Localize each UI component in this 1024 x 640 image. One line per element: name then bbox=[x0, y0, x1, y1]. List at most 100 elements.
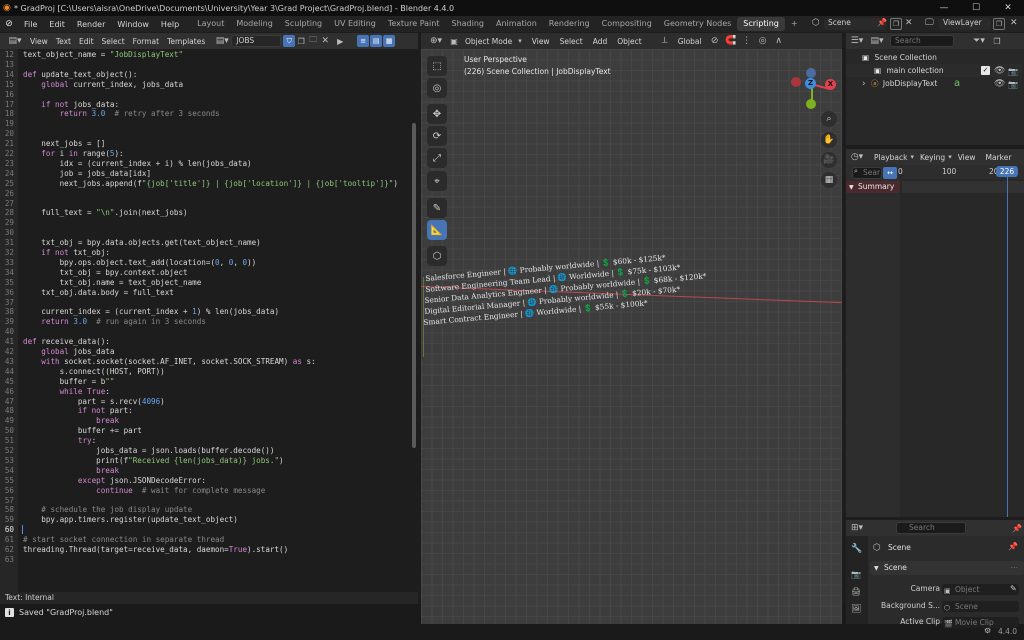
outliner-row-jobdisplaytext[interactable]: › ⓐ JobDisplayText a 👁 📷 bbox=[846, 77, 1022, 90]
gizmo-z-handle[interactable]: Z bbox=[805, 78, 816, 89]
dope-menu-view[interactable]: View bbox=[954, 153, 980, 162]
scene-section-header[interactable]: ▼ Scene ⋯ bbox=[870, 561, 1024, 575]
code-line[interactable]: 27 bbox=[0, 199, 410, 209]
context-pin-icon[interactable]: 📌 bbox=[1008, 542, 1018, 551]
output-tab-icon[interactable]: 🖨 bbox=[851, 587, 861, 596]
unlink-text-icon[interactable]: ✕ bbox=[319, 36, 331, 46]
transform-orientation-selector[interactable]: Global bbox=[674, 37, 706, 46]
fake-user-shield-icon[interactable]: ⛉ bbox=[283, 35, 296, 47]
code-line[interactable]: 20 bbox=[0, 129, 410, 139]
code-line[interactable]: 47 part = s.recv(4096) bbox=[0, 397, 410, 407]
code-line[interactable]: 31 txt_obj = bpy.data.objects.get(text_o… bbox=[0, 238, 410, 248]
text-name-field[interactable]: JOBS bbox=[231, 35, 282, 47]
dope-menu-keying[interactable]: Keying bbox=[916, 153, 949, 162]
new-view-layer-icon[interactable]: ❐ bbox=[993, 18, 1005, 30]
transform-tool-icon[interactable]: ⌖ bbox=[427, 171, 447, 191]
measure-tool-icon[interactable]: 📐 bbox=[427, 220, 447, 240]
text-browse-icon[interactable]: ▤▾ bbox=[213, 36, 231, 46]
menu-file[interactable]: File bbox=[18, 20, 43, 29]
select-box-tool-icon[interactable]: ⬚ bbox=[427, 56, 447, 76]
code-line[interactable]: 44 s.connect((HOST, PORT)) bbox=[0, 367, 410, 377]
tab-scripting[interactable]: Scripting bbox=[737, 17, 785, 31]
sync-view-toggle-icon[interactable]: ↔ bbox=[883, 167, 897, 179]
zoom-icon[interactable]: ⌕ bbox=[821, 111, 837, 127]
code-line[interactable]: 40 bbox=[0, 327, 410, 337]
tab-shading[interactable]: Shading bbox=[445, 17, 490, 31]
tab-texture-paint[interactable]: Texture Paint bbox=[382, 17, 446, 31]
tab-modeling[interactable]: Modeling bbox=[230, 17, 278, 31]
code-line[interactable]: 54 break bbox=[0, 466, 410, 476]
view-layer-selector[interactable]: ViewLayer bbox=[939, 18, 991, 30]
cursor-tool-icon[interactable]: ◎ bbox=[427, 78, 447, 98]
pan-hand-icon[interactable]: ✋ bbox=[821, 132, 837, 148]
scale-tool-icon[interactable]: ⤢ bbox=[427, 148, 447, 168]
code-line[interactable]: 63 bbox=[0, 555, 410, 565]
te-menu-text[interactable]: Text bbox=[52, 37, 75, 46]
code-line[interactable]: 42 global jobs_data bbox=[0, 347, 410, 357]
code-line[interactable]: 45 buffer = b"" bbox=[0, 377, 410, 387]
tab-uv-editing[interactable]: UV Editing bbox=[328, 17, 382, 31]
section-chevron-down-icon[interactable]: ▼ bbox=[874, 565, 879, 572]
outliner-row-main-collection[interactable]: ▣ main collection ✓ 👁 📷 bbox=[846, 64, 1022, 77]
line-numbers-toggle-icon[interactable]: ≡ bbox=[357, 35, 370, 47]
pivot-icon[interactable]: ⊘ bbox=[708, 36, 722, 46]
perspective-grid-icon[interactable]: ▦ bbox=[821, 172, 837, 188]
code-line[interactable]: 32 if not txt_obj: bbox=[0, 248, 410, 258]
eyedropper-icon[interactable]: ✎ bbox=[1010, 582, 1017, 596]
scene-icon[interactable]: ⬡ bbox=[812, 18, 820, 28]
move-tool-icon[interactable]: ✥ bbox=[427, 104, 447, 124]
tab-compositing[interactable]: Compositing bbox=[596, 17, 658, 31]
summary-channel[interactable]: ▼ Summary bbox=[846, 181, 900, 193]
current-frame-indicator[interactable]: 226 bbox=[996, 166, 1018, 177]
code-line[interactable]: 14 def update_text_object(): bbox=[0, 70, 410, 80]
tab-sculpting[interactable]: Sculpting bbox=[279, 17, 328, 31]
active-clip-field[interactable]: Movie Clip bbox=[942, 617, 1019, 628]
code-line[interactable]: 36 txt_obj.data.body = full_text bbox=[0, 288, 410, 298]
delete-view-layer-icon[interactable]: ✕ bbox=[1010, 18, 1018, 28]
code-line[interactable]: 57 bbox=[0, 496, 410, 506]
view-layer-tab-icon[interactable]: 🖼 bbox=[851, 604, 861, 613]
rotate-tool-icon[interactable]: ⟳ bbox=[427, 126, 447, 146]
vp-menu-add[interactable]: Add bbox=[589, 37, 612, 46]
menu-edit[interactable]: Edit bbox=[43, 20, 71, 29]
viewport-editor-type-icon[interactable]: ⊕▾ bbox=[425, 36, 447, 46]
new-text-icon[interactable]: ❐ bbox=[295, 37, 307, 46]
add-workspace-button[interactable]: + bbox=[785, 17, 804, 31]
proportional-edit-icon[interactable]: ◎ bbox=[756, 36, 770, 46]
code-line[interactable]: 56 continue # wait for complete message bbox=[0, 486, 410, 496]
vp-menu-view[interactable]: View bbox=[528, 37, 554, 46]
code-line[interactable]: 35 txt_obj.name = text_object_name bbox=[0, 278, 410, 288]
te-menu-edit[interactable]: Edit bbox=[75, 37, 98, 46]
display-mode-icon[interactable]: ▤▾ bbox=[870, 36, 884, 46]
code-line[interactable]: 46 while True: bbox=[0, 387, 410, 397]
add-cube-tool-icon[interactable]: ⬡ bbox=[427, 246, 447, 266]
code-line[interactable]: 29 bbox=[0, 218, 410, 228]
code-line[interactable]: 16 bbox=[0, 90, 410, 100]
transform-orientation-icon[interactable]: ⟂ bbox=[658, 36, 672, 46]
object-mode-selector[interactable]: Object Mode bbox=[461, 37, 516, 46]
visibility-eye-icon[interactable]: 👁 bbox=[994, 78, 1005, 91]
blender-menu-icon[interactable]: ⊘ bbox=[0, 19, 18, 29]
gizmo-x-handle[interactable] bbox=[791, 77, 801, 87]
code-line[interactable]: 25 next_jobs.append(f"{job['title']} | {… bbox=[0, 179, 410, 189]
snap-icon[interactable]: 🧲 bbox=[724, 36, 738, 46]
dope-menu-marker[interactable]: Marker bbox=[982, 153, 1016, 162]
code-line[interactable]: 33 bpy.ops.object.text_add(location=(0, … bbox=[0, 258, 410, 268]
code-line[interactable]: 37 bbox=[0, 298, 410, 308]
code-line[interactable]: 48 if not part: bbox=[0, 406, 410, 416]
menu-window[interactable]: Window bbox=[111, 20, 155, 29]
gizmo-y-positive-handle[interactable] bbox=[806, 99, 816, 109]
render-camera-icon[interactable]: 📷 bbox=[1008, 78, 1018, 91]
playback-chevron-down-icon[interactable]: ▾ bbox=[910, 153, 914, 161]
expand-chevron-right-icon[interactable]: › bbox=[862, 78, 866, 91]
tab-animation[interactable]: Animation bbox=[490, 17, 543, 31]
pin-properties-icon[interactable]: 📌 bbox=[1012, 524, 1022, 533]
vp-menu-select[interactable]: Select bbox=[556, 37, 587, 46]
3d-viewport[interactable]: ⬚ ◎ ✥ ⟳ ⤢ ⌖ ✎ 📐 ⬡ User Perspective (226)… bbox=[421, 49, 842, 624]
code-line[interactable]: 17 if not jobs_data: bbox=[0, 100, 410, 110]
background-scene-field[interactable]: Scene bbox=[942, 601, 1019, 612]
exclude-checkbox-icon[interactable]: ✓ bbox=[981, 66, 990, 75]
view-layer-icon[interactable]: 🖵 bbox=[925, 18, 934, 28]
code-line[interactable]: 59 bpy.app.timers.register(update_text_o… bbox=[0, 515, 410, 525]
menu-help[interactable]: Help bbox=[155, 20, 185, 29]
